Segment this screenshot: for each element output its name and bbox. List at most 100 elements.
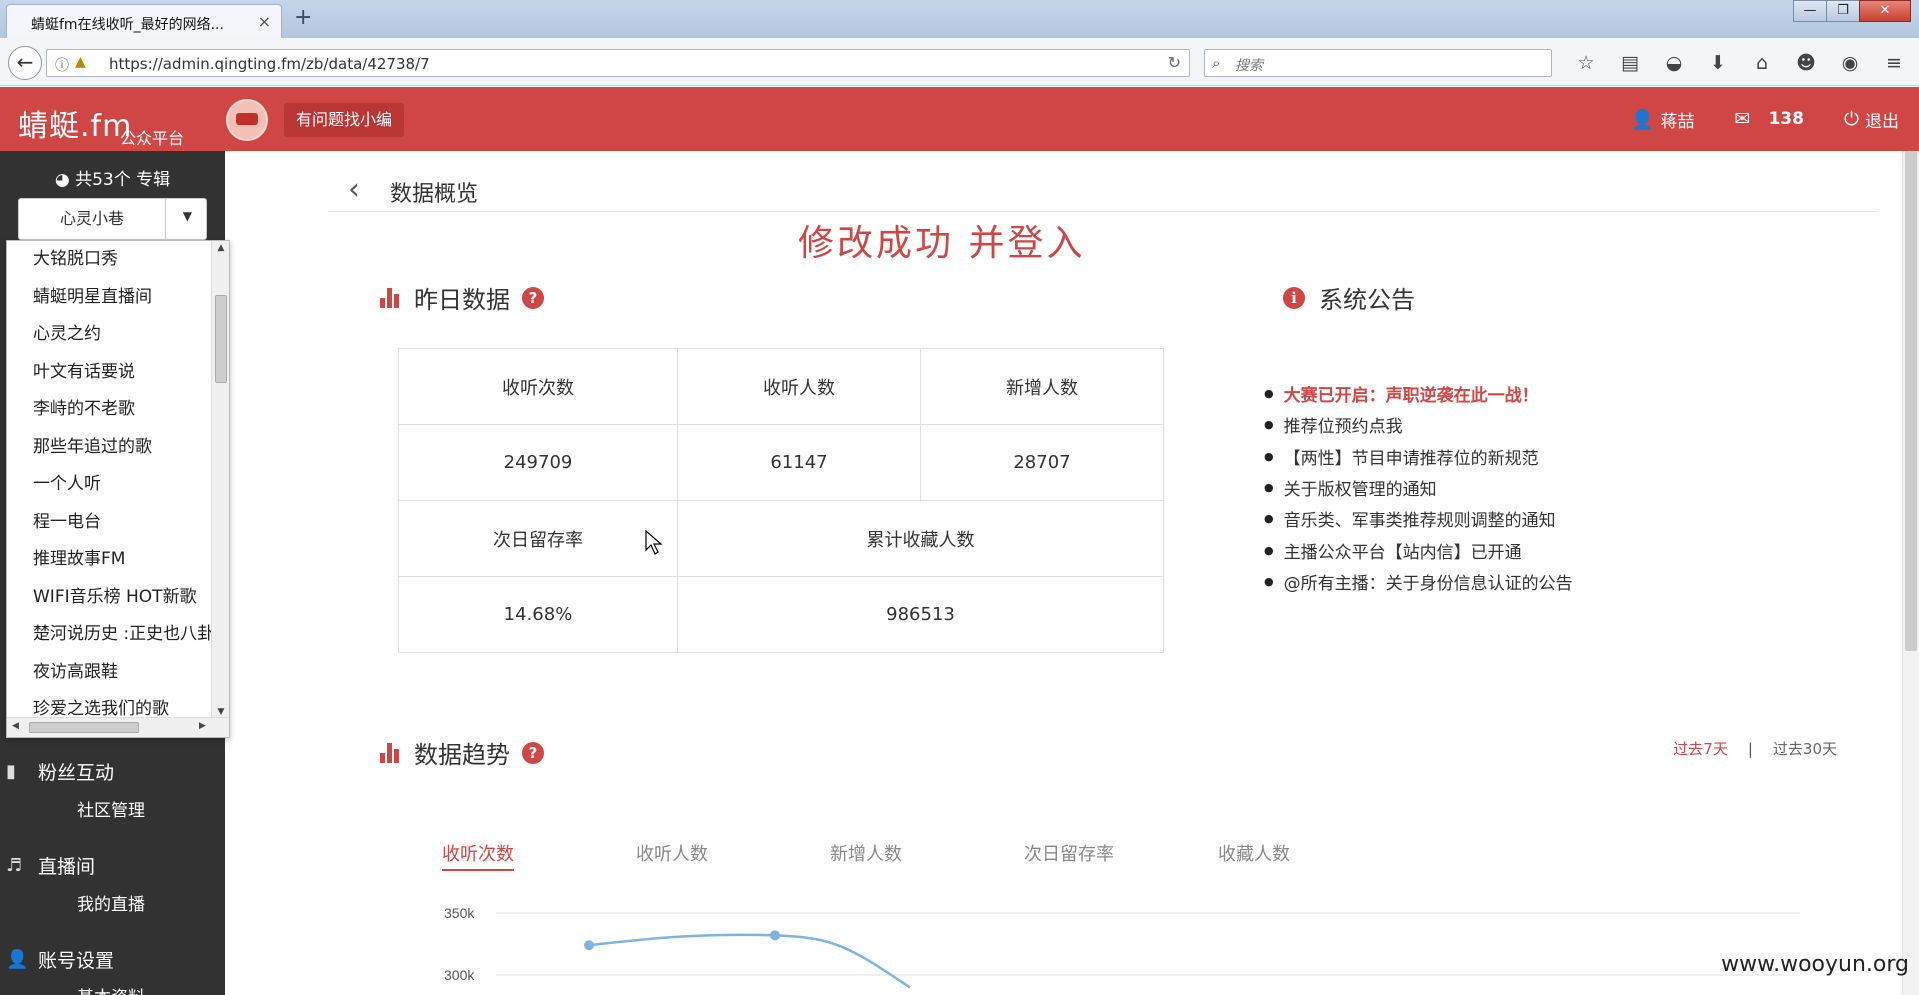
- close-window-button[interactable]: ✕: [1859, 0, 1911, 22]
- logout-link[interactable]: ⏻ 退出: [1844, 107, 1899, 132]
- scroll-thumb[interactable]: [1905, 151, 1917, 651]
- list-item[interactable]: 珍爱之选我们的歌: [7, 691, 211, 719]
- help-icon[interactable]: ?: [522, 741, 544, 764]
- announcement-item[interactable]: 【两性】节目申请推荐位的新规范: [1264, 441, 1573, 472]
- new-tab-button[interactable]: +: [294, 5, 312, 30]
- browser-tab[interactable]: 蜻蜓fm在线收听_最好的网络... ×: [6, 4, 282, 38]
- dropdown-vertical-scrollbar[interactable]: ▲ ▼: [211, 241, 229, 719]
- trend-title: 数据趋势 ?: [380, 735, 544, 770]
- caret-down-icon[interactable]: ▼: [183, 209, 192, 223]
- tab-favorites[interactable]: 收藏人数: [1218, 840, 1290, 871]
- tab-close-icon[interactable]: ×: [258, 12, 271, 31]
- download-icon[interactable]: ⬇: [1696, 52, 1740, 74]
- announcement-item[interactable]: 关于版权管理的通知: [1264, 472, 1573, 503]
- menu-icon[interactable]: ≡: [1872, 52, 1916, 74]
- list-item[interactable]: 夜访高跟鞋: [7, 654, 211, 692]
- list-item[interactable]: WIFI音乐榜 HOT新歌: [7, 579, 211, 617]
- table-cell: 收听次数: [398, 348, 678, 425]
- envelope-icon: ✉: [1734, 108, 1751, 130]
- list-item[interactable]: 大铭脱口秀: [7, 241, 211, 279]
- star-icon[interactable]: ☆: [1564, 52, 1608, 74]
- table-cell: 新增人数: [920, 348, 1164, 425]
- home-icon[interactable]: ⌂: [1740, 52, 1784, 74]
- announcement-item[interactable]: 音乐类、军事类推荐规则调整的通知: [1264, 503, 1573, 534]
- sidebar-item-profile[interactable]: 基本资料: [77, 983, 145, 995]
- scroll-thumb[interactable]: [29, 722, 139, 733]
- contact-editor-button[interactable]: 有问题找小编: [284, 103, 405, 137]
- list-item[interactable]: 楚河说历史 :正史也八卦: [7, 616, 211, 654]
- y-tick-label: 300k: [444, 967, 475, 983]
- list-item[interactable]: 推理故事FM: [7, 541, 211, 579]
- tab-plays[interactable]: 收听次数: [442, 840, 514, 871]
- user-icon: 👤: [6, 949, 29, 970]
- tab-listeners[interactable]: 收听人数: [636, 840, 708, 871]
- album-dropdown[interactable]: 大铭脱口秀 蜻蜓明星直播间 心灵之约 叶文有话要说 李峙的不老歌 那些年追过的歌…: [6, 240, 230, 738]
- list-item[interactable]: 那些年追过的歌: [7, 429, 211, 467]
- trend-chart-svg: 350k 300k: [444, 905, 1800, 989]
- dropdown-horizontal-scrollbar[interactable]: ◀ ▶: [7, 717, 229, 737]
- chat-icon[interactable]: ☻: [1784, 52, 1828, 74]
- scroll-thumb[interactable]: [215, 295, 227, 383]
- url-bar[interactable]: ⓘ ▲ https://admin.qingting.fm/zb/data/42…: [46, 49, 1190, 77]
- list-item[interactable]: 程一电台: [7, 504, 211, 542]
- range-30-days[interactable]: 过去30天: [1773, 738, 1837, 759]
- data-point[interactable]: [584, 940, 594, 951]
- album-select[interactable]: 心灵小巷 ▼: [18, 198, 207, 240]
- announcement-item[interactable]: 推荐位预约点我: [1264, 409, 1573, 440]
- search-bar[interactable]: ⌕ 搜索: [1204, 49, 1552, 77]
- list-item[interactable]: 叶文有话要说: [7, 354, 211, 392]
- maximize-button[interactable]: ❐: [1826, 0, 1860, 22]
- list-item[interactable]: 一个人听: [7, 466, 211, 504]
- sidebar-section-live[interactable]: ♬ 直播间: [6, 852, 95, 879]
- range-separator: |: [1747, 739, 1753, 758]
- list-item[interactable]: 蜻蜓明星直播间: [7, 279, 211, 317]
- mascot-icon[interactable]: [226, 99, 268, 141]
- sidebar-item-my-live[interactable]: 我的直播: [77, 890, 145, 915]
- list-item[interactable]: 心灵之约: [7, 316, 211, 354]
- profile-icon[interactable]: ◉: [1828, 52, 1872, 74]
- page-scrollbar[interactable]: [1902, 151, 1919, 995]
- tab-new-users[interactable]: 新增人数: [830, 840, 902, 871]
- album-dropdown-list: 大铭脱口秀 蜻蜓明星直播间 心灵之约 叶文有话要说 李峙的不老歌 那些年追过的歌…: [7, 241, 211, 719]
- user-name: 蒋喆: [1660, 111, 1695, 132]
- sidebar-item-community[interactable]: 社区管理: [77, 796, 145, 821]
- sidebar-section-account[interactable]: 👤 账号设置: [6, 946, 114, 973]
- tab-title: 蜻蜓fm在线收听_最好的网络...: [31, 17, 224, 33]
- browser-toolbar: ☆ ▤ ◒ ⬇ ⌂ ☻ ◉ ≡: [1564, 52, 1916, 74]
- message-count: 138: [1768, 109, 1804, 129]
- list-item[interactable]: 李峙的不老歌: [7, 391, 211, 429]
- range-selector: 过去7天 | 过去30天: [1673, 738, 1837, 759]
- globe-icon: ◕: [54, 170, 70, 190]
- messages-link[interactable]: ✉ 138: [1735, 108, 1804, 130]
- success-message: 修改成功 并登入: [798, 223, 1086, 264]
- tab-retention[interactable]: 次日留存率: [1024, 840, 1114, 871]
- scroll-up-icon[interactable]: ▲: [212, 243, 229, 253]
- pocket-icon[interactable]: ◒: [1652, 52, 1696, 74]
- sidebar-section-fans[interactable]: ▮ 粉丝互动: [6, 758, 114, 785]
- info-icon[interactable]: ⓘ: [55, 55, 69, 75]
- scroll-right-icon[interactable]: ▶: [199, 721, 206, 731]
- scroll-down-icon[interactable]: ▼: [212, 707, 229, 717]
- range-7-days[interactable]: 过去7天: [1673, 738, 1728, 759]
- announcements-title: i 系统公告: [1283, 280, 1415, 315]
- browser-back-button[interactable]: ←: [8, 46, 42, 80]
- lock-warning-icon[interactable]: ▲: [75, 54, 86, 70]
- reload-icon[interactable]: ↻: [1168, 53, 1181, 72]
- reading-list-icon[interactable]: ▤: [1608, 52, 1652, 74]
- logout-label: 退出: [1865, 111, 1899, 132]
- announcement-item[interactable]: 大赛已开启：声职逆袭在此一战！: [1264, 378, 1573, 409]
- minimize-button[interactable]: —: [1793, 0, 1827, 22]
- data-point[interactable]: [770, 930, 780, 941]
- scroll-left-icon[interactable]: ◀: [12, 721, 19, 731]
- yesterday-data-title: 昨日数据 ?: [380, 280, 544, 315]
- user-menu[interactable]: 👤 蒋喆: [1631, 107, 1695, 132]
- chevron-left-icon[interactable]: ‹: [348, 172, 360, 207]
- announcement-item[interactable]: 主播公众平台【站内信】已开通: [1264, 534, 1573, 565]
- announcement-item[interactable]: @所有主播：关于身份信息认证的公告: [1264, 566, 1573, 597]
- url-text[interactable]: https://admin.qingting.fm/zb/data/42738/…: [109, 55, 430, 73]
- site-logo[interactable]: 蜻蜓.fm: [18, 101, 132, 145]
- album-select-value[interactable]: 心灵小巷: [19, 199, 166, 239]
- window-controls: — ❐ ✕: [1793, 0, 1911, 24]
- help-icon[interactable]: ?: [522, 286, 544, 309]
- search-placeholder: 搜索: [1235, 58, 1263, 74]
